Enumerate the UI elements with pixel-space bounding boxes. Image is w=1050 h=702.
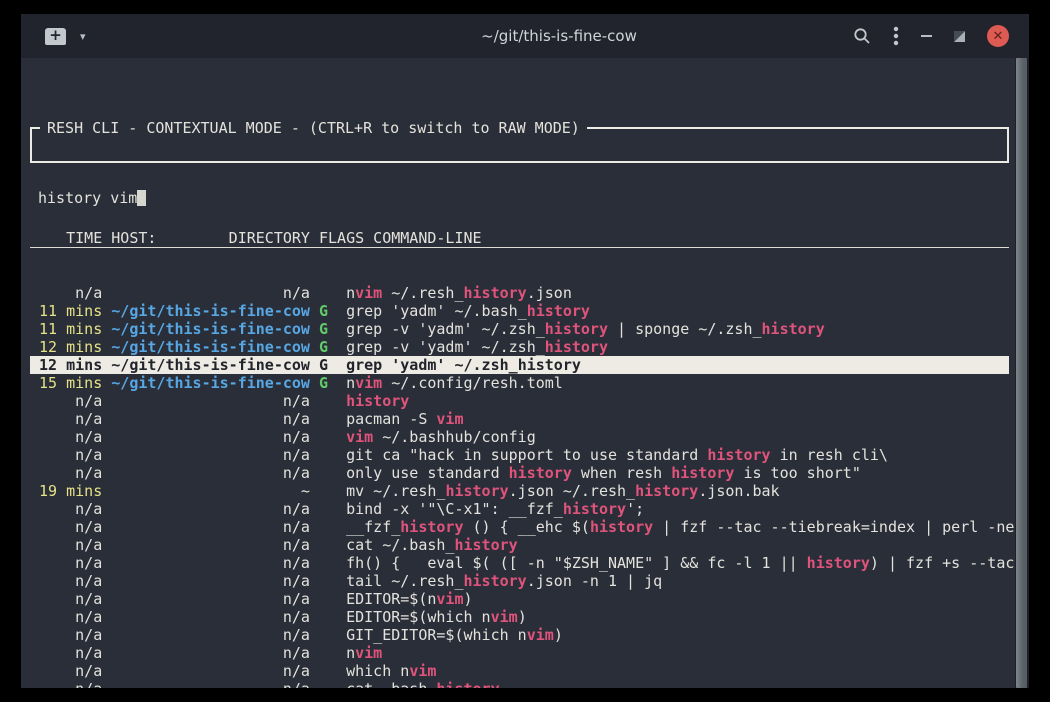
history-row[interactable]: n/a n/a nvim ~/.resh_history.json bbox=[30, 284, 1015, 302]
history-row[interactable]: n/a n/a only use standard history when r… bbox=[30, 464, 1015, 482]
window-title: ~/git/this-is-fine-cow bbox=[265, 27, 853, 45]
history-row[interactable]: n/a n/a cat .bash_history bbox=[30, 680, 1015, 688]
chevron-down-icon[interactable]: ▾ bbox=[80, 30, 86, 43]
restore-icon[interactable] bbox=[954, 31, 965, 42]
search-icon[interactable] bbox=[853, 27, 871, 45]
history-row[interactable]: n/a n/a EDITOR=$(which nvim) bbox=[30, 608, 1015, 626]
search-query-text: history vim bbox=[38, 189, 137, 207]
history-row[interactable]: n/a n/a pacman -S vim bbox=[30, 410, 1015, 428]
history-row[interactable]: 12 mins ~/git/this-is-fine-cow G grep -v… bbox=[30, 338, 1015, 356]
history-row[interactable]: 12 mins ~/git/this-is-fine-cow G grep 'y… bbox=[30, 356, 1009, 374]
scrollbar[interactable] bbox=[1015, 58, 1029, 688]
history-row[interactable]: n/a n/a fh() { eval $( ([ -n "$ZSH_NAME"… bbox=[30, 554, 1015, 572]
text-cursor bbox=[137, 190, 146, 206]
history-row[interactable]: n/a n/a which nvim bbox=[30, 662, 1015, 680]
terminal-window: ▾ ~/git/this-is-fine-cow ✕ RESH CLI - CO… bbox=[21, 14, 1029, 688]
search-input[interactable]: history vim bbox=[32, 183, 1007, 207]
search-box[interactable]: RESH CLI - CONTEXTUAL MODE - (CTRL+R to … bbox=[30, 127, 1009, 163]
history-row[interactable]: n/a n/a nvim bbox=[30, 644, 1015, 662]
history-row[interactable]: n/a n/a tail ~/.resh_history.json -n 1 |… bbox=[30, 572, 1015, 590]
titlebar-left: ▾ bbox=[21, 28, 265, 45]
titlebar: ▾ ~/git/this-is-fine-cow ✕ bbox=[21, 14, 1029, 58]
titlebar-right: ✕ bbox=[853, 25, 1029, 47]
scrollbar-thumb[interactable] bbox=[1016, 58, 1027, 688]
history-row[interactable]: n/a n/a cat ~/.bash_history bbox=[30, 536, 1015, 554]
history-row[interactable]: 15 mins ~/git/this-is-fine-cow G nvim ~/… bbox=[30, 374, 1015, 392]
menu-kebab-icon[interactable] bbox=[893, 26, 899, 46]
mode-label: RESH CLI - CONTEXTUAL MODE - (CTRL+R to … bbox=[40, 119, 587, 137]
resh-cli: RESH CLI - CONTEXTUAL MODE - (CTRL+R to … bbox=[21, 58, 1015, 688]
history-row[interactable]: n/a n/a bind -x '"\C-x1": __fzf_history'… bbox=[30, 500, 1015, 518]
history-row[interactable]: 11 mins ~/git/this-is-fine-cow G grep 'y… bbox=[30, 302, 1015, 320]
close-icon[interactable]: ✕ bbox=[987, 25, 1009, 47]
minimize-icon[interactable] bbox=[921, 35, 932, 37]
history-row[interactable]: n/a n/a EDITOR=$(nvim) bbox=[30, 590, 1015, 608]
history-row[interactable]: n/a n/a git ca "hack in support to use s… bbox=[30, 446, 1015, 464]
history-row[interactable]: n/a n/a vim ~/.bashhub/config bbox=[30, 428, 1015, 446]
history-row[interactable]: n/a n/a GIT_EDITOR=$(which nvim) bbox=[30, 626, 1015, 644]
new-tab-icon[interactable] bbox=[45, 28, 66, 45]
history-row[interactable]: 11 mins ~/git/this-is-fine-cow G grep -v… bbox=[30, 320, 1015, 338]
history-row[interactable]: n/a n/a __fzf_history () { __ehc $(histo… bbox=[30, 518, 1015, 536]
history-list: n/a n/a nvim ~/.resh_history.json 11 min… bbox=[30, 284, 1015, 688]
terminal-content: RESH CLI - CONTEXTUAL MODE - (CTRL+R to … bbox=[21, 58, 1029, 688]
history-row[interactable]: n/a n/a history bbox=[30, 392, 1015, 410]
history-row[interactable]: 19 mins ~ mv ~/.resh_history.json ~/.res… bbox=[30, 482, 1015, 500]
